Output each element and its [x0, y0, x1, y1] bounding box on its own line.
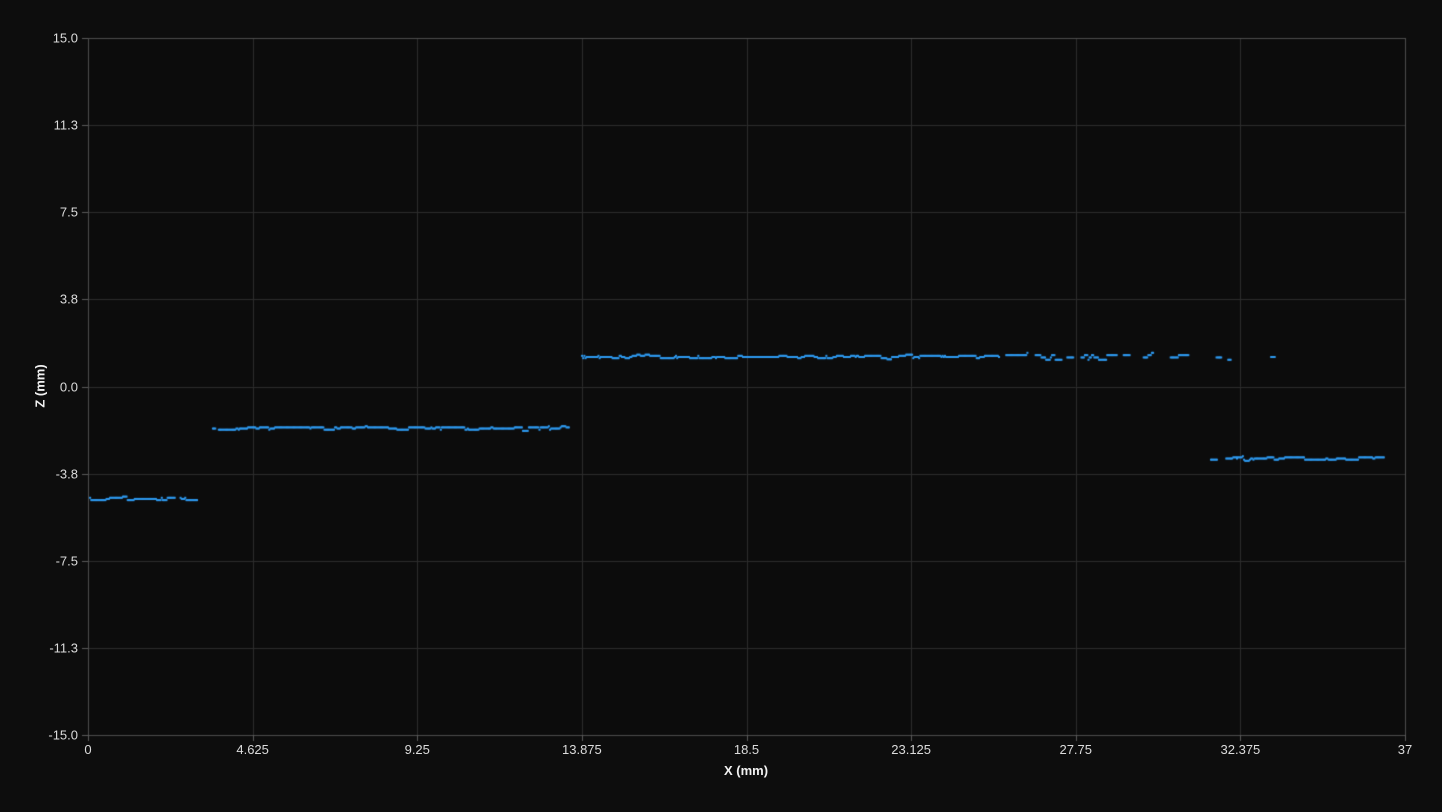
y-tick-label: 15.0 — [52, 30, 78, 46]
x-tick-label: 4.625 — [236, 742, 269, 757]
y-tick-label: 3.8 — [59, 291, 78, 307]
x-tick-label: 18.5 — [733, 742, 760, 757]
y-tick-label: 7.5 — [59, 204, 78, 220]
profile-scan-chart: 0 4.625 9.25 13.875 18.5 23.125 27.75 32.375 37 … — [0, 0, 1442, 812]
x-tick-label: 13.875 — [561, 742, 602, 757]
y-tick-label: 0.0 — [59, 379, 78, 394]
y-axis-title: Z (mm) — [32, 364, 48, 408]
y-tick-label: -7.5 — [55, 553, 78, 569]
x-tick-label: 9.25 — [404, 742, 430, 757]
y-tick-label: -3.8 — [55, 466, 78, 482]
x-tick-label: 27.75 — [1059, 742, 1093, 757]
y-tick-label: -11.3 — [49, 640, 78, 656]
y-tick-label: -15.0 — [48, 727, 78, 743]
x-tick-label: 32.375 — [1220, 742, 1261, 757]
x-tick-label: 37 — [1397, 742, 1413, 757]
x-tick-label: 23.125 — [891, 742, 932, 757]
x-axis-title: X (mm) — [723, 763, 769, 778]
x-tick-label: 0 — [84, 742, 92, 757]
y-tick-label: 11.3 — [53, 117, 78, 133]
chart-plot-area[interactable] — [0, 0, 1442, 812]
